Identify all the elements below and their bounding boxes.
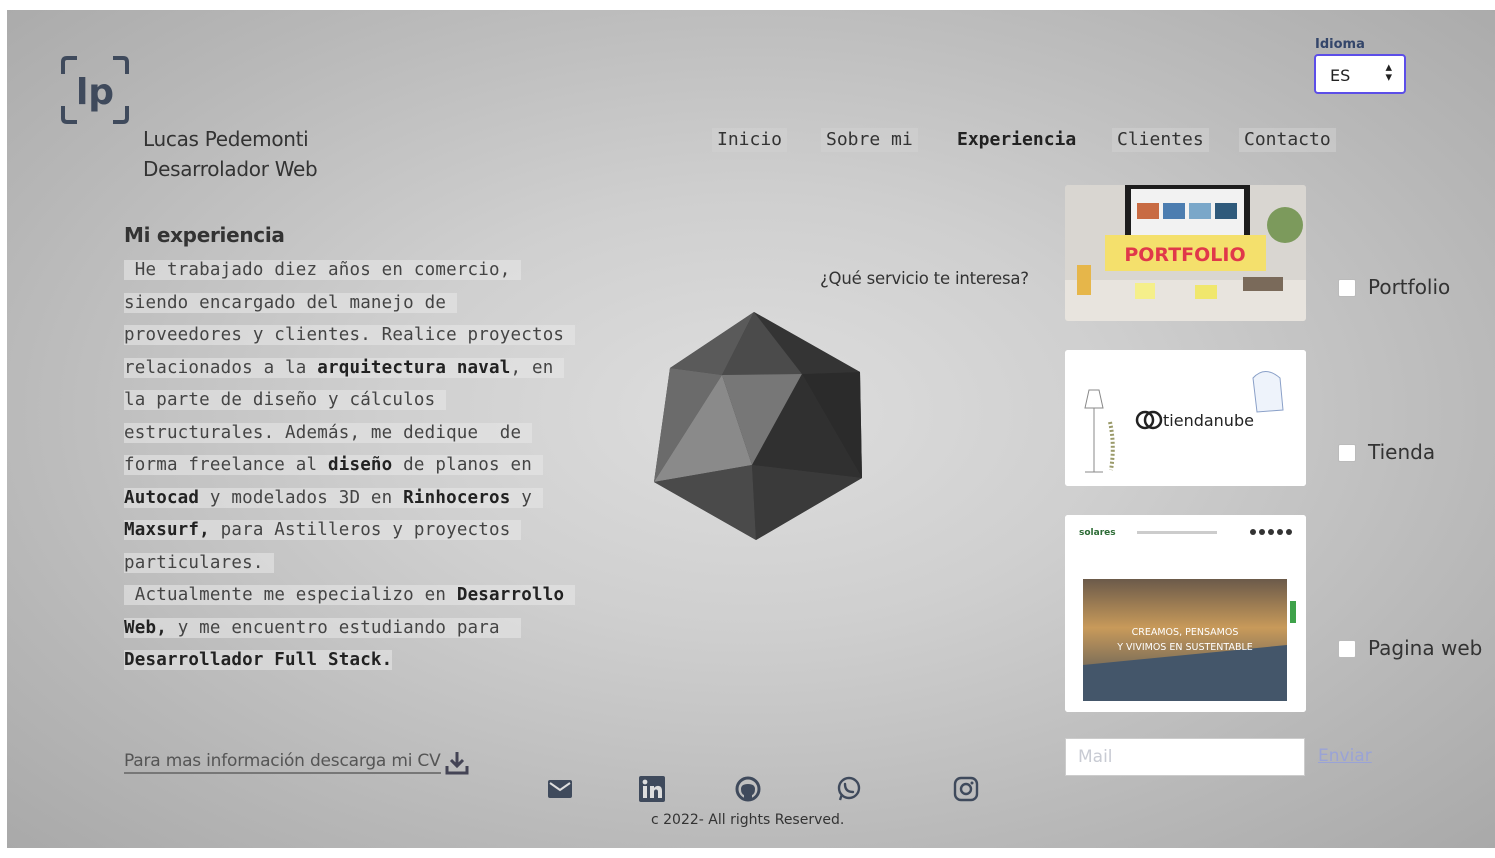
experience-text: He trabajado diez años en comercio, sien… xyxy=(124,254,575,677)
language-label: Idioma xyxy=(1315,37,1365,52)
nav-inicio[interactable]: Inicio xyxy=(712,128,788,152)
linkedin-icon[interactable] xyxy=(639,776,665,802)
footer-copyright: c 2022- All rights Reserved. xyxy=(651,812,845,828)
send-button[interactable]: Enviar xyxy=(1318,746,1372,766)
tienda-image: tiendanube xyxy=(1065,350,1306,486)
checkbox-portfolio[interactable] xyxy=(1338,279,1356,297)
exp-bold-autocad: Autocad xyxy=(124,487,200,508)
checkbox-tienda[interactable] xyxy=(1338,444,1356,462)
web-image: solares CREAMOS, PENSAMOS Y VIVIMOS EN S… xyxy=(1065,515,1306,712)
portfolio-image: PORTFOLIO xyxy=(1065,185,1306,321)
download-icon[interactable] xyxy=(444,750,470,776)
web-image-headline-1: CREAMOS, PENSAMOS xyxy=(1132,627,1239,638)
exp-bold-arquitectura: arquitectura naval xyxy=(317,357,511,378)
brand-name: Lucas Pedemonti xyxy=(143,127,309,151)
language-selected-value: ES xyxy=(1330,66,1351,85)
logo-text: lp xyxy=(76,72,114,113)
nav-sobre-mi[interactable]: Sobre mi xyxy=(821,128,918,152)
nav-experiencia[interactable]: Experiencia xyxy=(952,128,1081,152)
instagram-icon[interactable] xyxy=(953,776,979,802)
logo: lp xyxy=(61,56,129,124)
portfolio-image-text: PORTFOLIO xyxy=(1124,244,1245,266)
mail-icon[interactable] xyxy=(547,776,573,802)
service-card-portfolio[interactable]: PORTFOLIO xyxy=(1065,185,1306,321)
exp-bold-diseno: diseño xyxy=(327,455,393,475)
select-arrows-icon: ▴ ▾ xyxy=(1385,60,1392,85)
exp-bold-maxsurf: Maxsurf, xyxy=(124,520,210,540)
brand-role: Desarrolador Web xyxy=(143,157,318,181)
service-question: ¿Qué servicio te interesa? xyxy=(820,269,1029,288)
service-card-tienda[interactable]: tiendanube xyxy=(1065,350,1306,486)
service-card-pagina-web[interactable]: solares CREAMOS, PENSAMOS Y VIVIMOS EN S… xyxy=(1065,515,1306,712)
exp-bold-rinhoceros: Rinhoceros xyxy=(403,487,511,508)
exp-text-8: y me encuentro estudiando para xyxy=(166,617,511,638)
exp-text-7: Actualmente me especializo en xyxy=(124,585,457,605)
decorative-icosahedron xyxy=(654,312,862,540)
option-label-tienda: Tienda xyxy=(1368,440,1436,464)
web-image-headline-2: Y VIVIMOS EN SUSTENTABLE xyxy=(1116,642,1253,653)
tienda-image-text: tiendanube xyxy=(1163,411,1254,430)
nav-contacto[interactable]: Contacto xyxy=(1239,128,1336,152)
experience-title: Mi experiencia xyxy=(124,223,285,247)
language-select[interactable]: ES ▴ ▾ xyxy=(1314,54,1406,94)
mail-input[interactable] xyxy=(1065,738,1305,776)
page-background: lp Lucas Pedemonti Desarrolador Web Idio… xyxy=(7,10,1495,848)
exp-text-3: de planos en xyxy=(392,455,543,475)
web-image-logo-text: solares xyxy=(1079,528,1116,538)
exp-text-4: y modelados 3D en xyxy=(199,487,404,508)
nav-clientes[interactable]: Clientes xyxy=(1112,128,1209,152)
option-label-portfolio: Portfolio xyxy=(1368,275,1451,299)
download-cv-link[interactable]: Para mas información descarga mi CV xyxy=(124,751,441,774)
whatsapp-icon[interactable] xyxy=(836,776,862,802)
github-icon[interactable] xyxy=(735,776,761,802)
exp-text-5: y xyxy=(510,487,543,508)
checkbox-pagina-web[interactable] xyxy=(1338,640,1356,658)
option-label-pagina-web: Pagina web xyxy=(1368,636,1483,660)
